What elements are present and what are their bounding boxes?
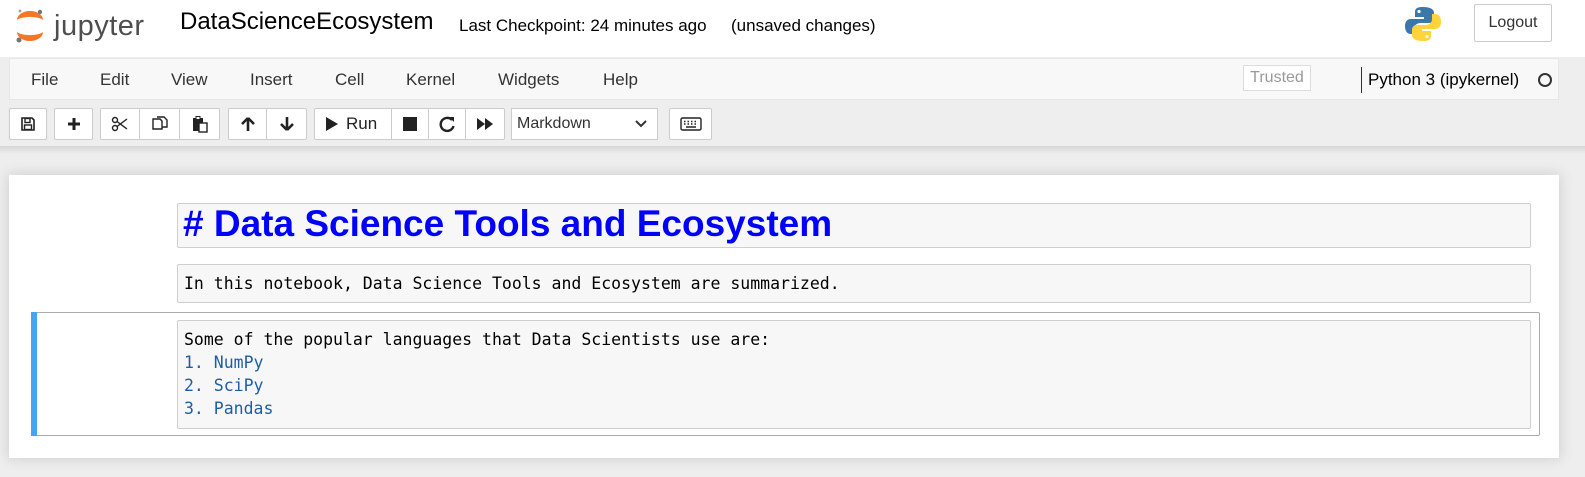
run-button[interactable]: Run (314, 108, 392, 140)
stop-icon (403, 117, 417, 131)
logo-text: jupyter (54, 9, 145, 42)
move-up-button[interactable] (228, 108, 267, 140)
fast-forward-icon (477, 118, 493, 130)
paste-button[interactable] (179, 108, 220, 140)
unsaved-changes-status: (unsaved changes) (731, 16, 876, 35)
heading-markdown-source: # Data Science Tools and Ecosystem (183, 203, 833, 244)
menu-help[interactable]: Help (603, 70, 638, 90)
logout-button[interactable]: Logout (1474, 4, 1552, 42)
jupyter-logo-icon (16, 9, 43, 43)
arrow-down-icon (279, 117, 294, 131)
insert-cell-button[interactable] (54, 108, 93, 140)
run-button-label: Run (346, 114, 378, 133)
kernel-name[interactable]: Python 3 (ipykernel) (1368, 70, 1519, 90)
chevron-down-icon (635, 120, 647, 128)
list-item: 2. SciPy (184, 376, 264, 395)
menubar: File Edit View Insert Cell Kernel Widget… (9, 58, 1559, 100)
cell-type-select[interactable]: Markdown (511, 108, 658, 140)
markdown-cell-languages[interactable]: Some of the popular languages that Data … (177, 320, 1531, 429)
menu-edit[interactable]: Edit (100, 70, 129, 90)
toolbar: Run Markdown (0, 100, 1585, 146)
kernel-idle-indicator-icon (1538, 73, 1552, 87)
last-checkpoint: Last Checkpoint: 24 minutes ago (459, 16, 707, 35)
notebook-container: # Data Science Tools and Ecosystem In th… (9, 175, 1559, 458)
list-item: 3. Pandas (184, 399, 274, 418)
menu-widgets[interactable]: Widgets (498, 70, 559, 90)
selected-cell[interactable]: Some of the popular languages that Data … (31, 312, 1540, 436)
toolbar-divider (0, 146, 1585, 154)
interrupt-button[interactable] (391, 108, 429, 140)
save-icon (21, 117, 35, 131)
keyboard-icon (679, 117, 702, 131)
arrow-up-icon (240, 117, 255, 131)
cut-icon (111, 116, 128, 132)
languages-intro-line: Some of the popular languages that Data … (184, 330, 771, 349)
kernel-separator (1361, 67, 1362, 93)
copy-icon (151, 116, 168, 130)
move-down-button[interactable] (266, 108, 307, 140)
play-icon (326, 117, 338, 131)
menu-cell[interactable]: Cell (335, 70, 364, 90)
markdown-cell-heading[interactable]: # Data Science Tools and Ecosystem (177, 203, 1531, 248)
copy-button[interactable] (139, 108, 180, 140)
plus-icon (67, 118, 80, 130)
notebook-name[interactable]: DataScienceEcosystem (180, 8, 433, 36)
header: jupyter DataScienceEcosystem Last Checkp… (0, 0, 1585, 57)
paste-icon (192, 116, 208, 133)
trusted-indicator[interactable]: Trusted (1243, 65, 1311, 91)
python-logo-icon (1405, 7, 1441, 41)
cut-button[interactable] (100, 108, 140, 140)
intro-markdown-source: In this notebook, Data Science Tools and… (184, 274, 840, 293)
list-item: 1. NumPy (184, 353, 264, 372)
cell-type-value: Markdown (517, 115, 591, 132)
restart-button[interactable] (428, 108, 466, 140)
save-button[interactable] (9, 108, 47, 140)
menu-file[interactable]: File (31, 70, 58, 90)
command-palette-button[interactable] (669, 108, 712, 140)
cell-selection-bar (31, 312, 37, 436)
markdown-cell-intro[interactable]: In this notebook, Data Science Tools and… (177, 264, 1531, 303)
restart-icon (439, 116, 455, 133)
menu-kernel[interactable]: Kernel (406, 70, 455, 90)
restart-run-all-button[interactable] (465, 108, 505, 140)
menu-insert[interactable]: Insert (250, 70, 293, 90)
jupyter-logo[interactable]: jupyter (14, 6, 145, 46)
menu-view[interactable]: View (171, 70, 208, 90)
